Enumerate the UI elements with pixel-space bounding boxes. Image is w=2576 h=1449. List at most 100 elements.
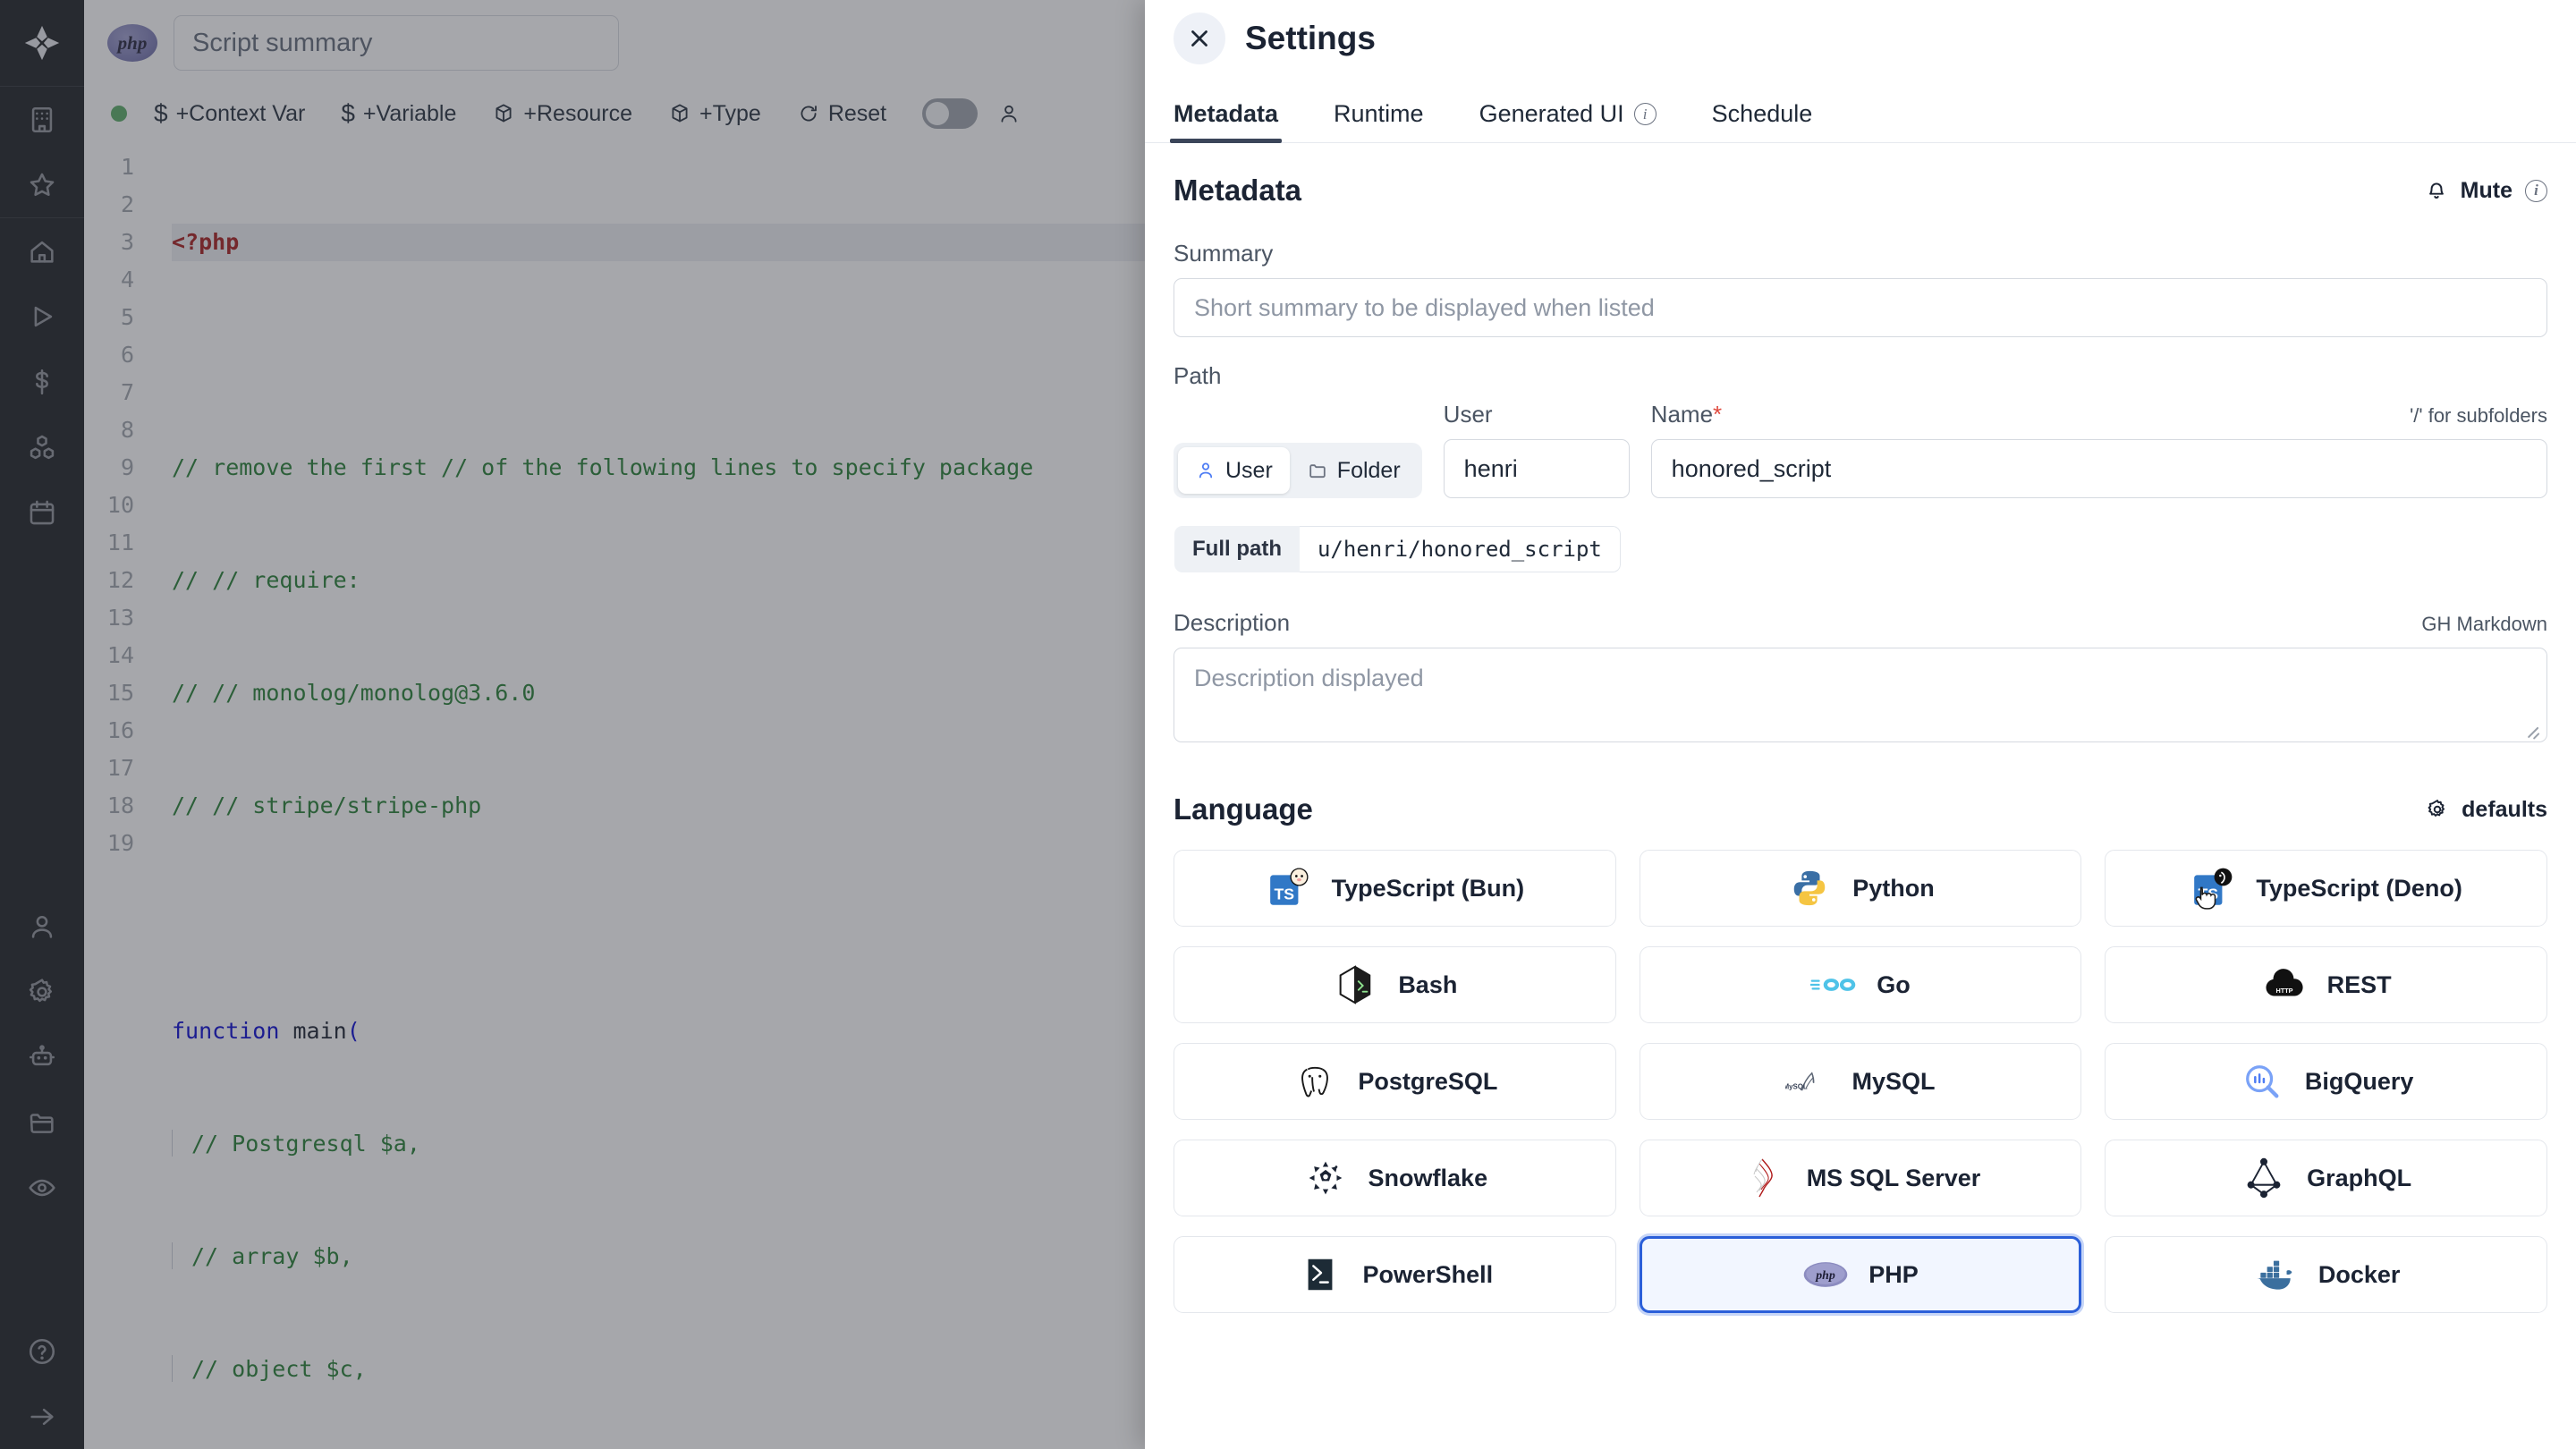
path-kind-user-option[interactable]: User [1178,447,1290,494]
path-kind-folder-label: Folder [1336,457,1401,483]
bun-ts-icon: TS [1266,865,1312,911]
language-grid: TS TypeScript (Bun) Python TS TypeScript… [1174,850,2547,1313]
language-option-label: PowerShell [1362,1260,1494,1288]
language-option-bigquery[interactable]: BigQuery [2105,1043,2547,1120]
sidebar-main-group [0,218,84,545]
user-icon [1001,105,1017,123]
windmill-logo-icon[interactable] [0,0,84,86]
gh-markdown-label: GH Markdown [2421,613,2547,635]
bigquery-icon [2239,1058,2285,1105]
language-option-docker[interactable]: Docker [2105,1236,2547,1313]
language-option-rest[interactable]: HTTP REST [2105,946,2547,1023]
add-type-button[interactable]: +Type [668,101,761,127]
summary-input[interactable]: Short summary to be displayed when liste… [1174,278,2547,337]
description-header: Description GH Markdown [1174,609,2547,637]
sidebar-item-folders[interactable] [0,1089,84,1155]
path-kind-folder-option[interactable]: Folder [1290,447,1418,494]
mute-label: Mute [2460,177,2512,203]
language-option-mysql[interactable]: MySQL MySQL [1639,1043,2082,1120]
dollar-icon [36,369,48,394]
user-field-group: User henri [1443,401,1630,498]
php-icon: php [1802,1251,1849,1298]
script-summary-input[interactable]: Script summary [174,15,619,71]
building-icon [31,106,53,132]
add-variable-button[interactable]: $ +Variable [341,99,456,128]
sidebar-item-help[interactable] [0,1318,84,1384]
info-icon[interactable]: i [2525,179,2547,202]
name-input[interactable]: honored_script [1650,439,2547,498]
folder-icon [30,1113,54,1133]
sidebar-top-group [0,87,84,217]
language-option-python[interactable]: Python [1639,850,2082,927]
language-option-snowflake[interactable]: Snowflake [1174,1140,1616,1216]
php-icon: php [107,24,157,62]
sidebar-item-home[interactable] [0,218,84,284]
cubes-icon [30,435,55,459]
metadata-title: Metadata [1174,174,1302,207]
path-label: Path [1174,362,1222,389]
add-context-var-button[interactable]: $ +Context Var [154,99,305,128]
language-option-powershell[interactable]: PowerShell [1174,1236,1616,1313]
add-resource-button[interactable]: +Resource [492,101,632,127]
tab-metadata[interactable]: Metadata [1169,100,1283,143]
eye-icon [29,1179,55,1196]
line-number: 8 [120,417,134,443]
sidebar-item-workspace[interactable] [0,87,84,152]
name-field-header: Name* '/' for subfolders [1651,401,2547,439]
snowflake-icon [1302,1155,1349,1201]
language-option-label: Bash [1398,970,1458,998]
add-resource-label: +Resource [523,100,632,126]
close-drawer-button[interactable] [1174,13,1225,64]
svg-text:TS: TS [2199,886,2219,903]
sidebar-item-account[interactable] [0,894,84,959]
user-input[interactable]: henri [1443,439,1630,498]
language-option-typescript-deno[interactable]: TS TypeScript (Deno) [2105,850,2547,927]
line-number: 17 [106,755,134,781]
language-option-ms-sql-server[interactable]: MS SQL Server [1639,1140,2082,1216]
sidebar-item-settings[interactable] [0,959,84,1024]
sidebar-item-expand[interactable] [0,1384,84,1449]
language-option-go[interactable]: Go [1639,946,2082,1023]
mute-control[interactable]: Mute i [2425,178,2547,204]
line-number: 2 [120,191,134,217]
line-number: 13 [106,605,134,631]
language-option-bash[interactable]: Bash [1174,946,1616,1023]
left-sidebar [0,0,84,1449]
sidebar-item-audit-logs[interactable] [0,1155,84,1220]
drawer-title: Settings [1245,20,1376,56]
sidebar-bottom-group [0,894,84,1220]
sidebar-item-schedules[interactable] [0,479,84,545]
info-icon[interactable]: i [1633,103,1657,125]
sidebar-item-workers[interactable] [0,1024,84,1089]
tab-runtime-label: Runtime [1334,100,1424,127]
language-defaults-button[interactable]: defaults [2426,797,2547,823]
name-hint: '/' for subfolders [2410,404,2547,427]
language-option-typescript-bun[interactable]: TS TypeScript (Bun) [1174,850,1616,927]
line-number: 9 [120,454,134,480]
assignee-icon-wrap[interactable] [997,102,1021,125]
svg-text:HTTP: HTTP [2275,987,2292,995]
description-textarea[interactable]: Description displayed [1174,648,2547,742]
language-option-php[interactable]: php PHP [1639,1236,2082,1313]
editor-toggle[interactable] [922,98,979,129]
sidebar-item-resources[interactable] [0,414,84,479]
language-option-postgresql[interactable]: PostgreSQL [1174,1043,1616,1120]
add-variable-label: +Variable [362,100,457,126]
tab-runtime[interactable]: Runtime [1334,100,1424,142]
description-placeholder: Description displayed [1194,665,1424,691]
language-option-label: PostgreSQL [1358,1067,1498,1095]
dollar-icon: $ [154,99,168,127]
reset-button[interactable]: Reset [797,101,886,127]
tab-generated-ui[interactable]: Generated UI i [1479,100,1657,142]
language-option-graphql[interactable]: GraphQL [2105,1140,2547,1216]
sidebar-item-variables[interactable] [0,349,84,414]
sidebar-item-favorites[interactable] [0,152,84,217]
sidebar-item-runs[interactable] [0,284,84,349]
line-number: 18 [106,792,134,818]
name-label-wrap: Name* [1651,401,1722,428]
close-icon [1191,30,1208,47]
resize-handle-icon[interactable] [2526,723,2540,737]
tab-schedule[interactable]: Schedule [1712,100,1813,142]
bash-icon [1332,962,1378,1008]
star-icon [30,173,55,196]
